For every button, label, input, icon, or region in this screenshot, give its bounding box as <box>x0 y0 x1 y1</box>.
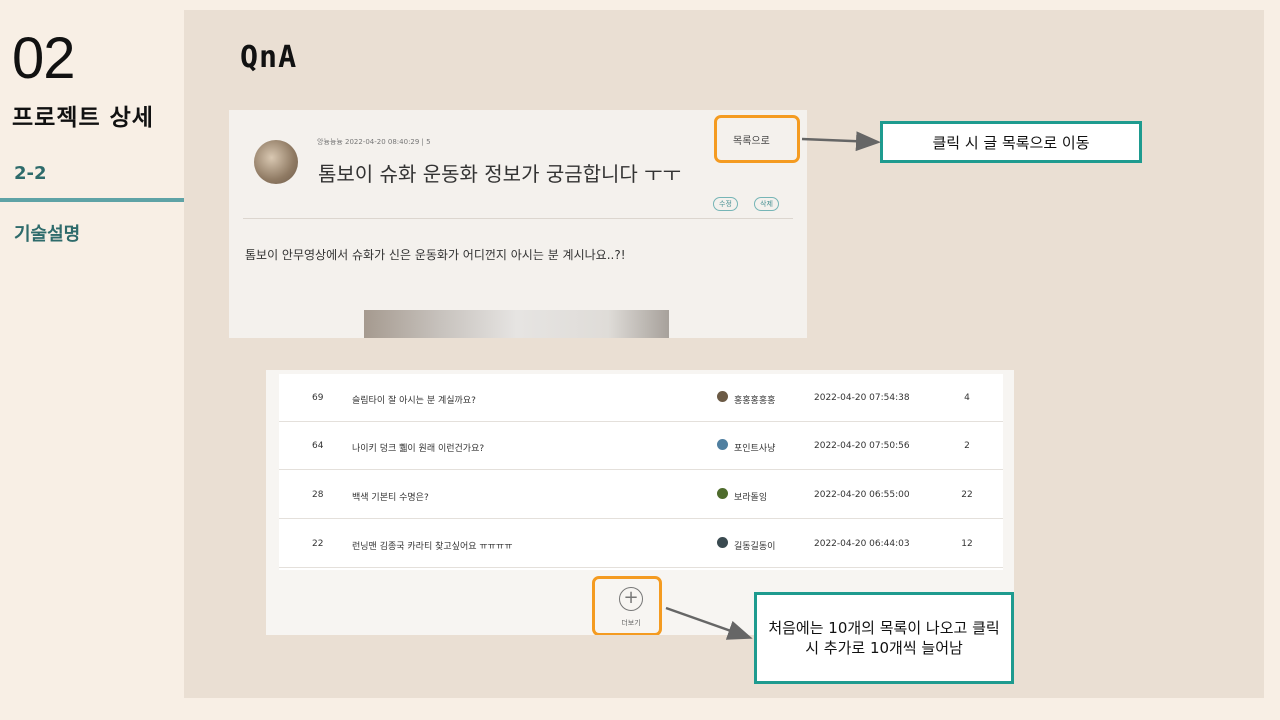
row-number: 64 <box>312 441 324 451</box>
row-title[interactable]: 슬림타이 잘 아시는 분 계실까요? <box>352 393 476 406</box>
author-avatar <box>254 140 298 184</box>
author-avatar <box>717 391 728 402</box>
row-date: 2022-04-20 06:55:00 <box>814 490 910 500</box>
post-detail-screenshot: 앙늉늉늉 2022-04-20 08:40:29 | 5 톰보이 슈화 운동화 … <box>229 110 807 338</box>
row-date: 2022-04-20 07:50:56 <box>814 441 910 451</box>
highlight-box <box>592 576 662 635</box>
row-author: 보라돌잉 <box>734 493 768 503</box>
callout-list-link: 클릭 시 글 목록으로 이동 <box>880 121 1142 163</box>
row-title[interactable]: 런닝맨 김종국 카라티 찾고싶어요 ㅠㅠㅠㅠ <box>352 539 513 552</box>
post-image <box>364 310 669 338</box>
subsection-number: 2-2 <box>14 163 47 184</box>
arrow-to-list-note <box>801 131 881 152</box>
row-views: 4 <box>964 393 970 403</box>
row-number: 22 <box>312 539 324 549</box>
divider <box>243 218 793 219</box>
table-row[interactable]: 28 백색 기본티 수명은? 보라돌잉 2022-04-20 06:55:00 … <box>279 471 1003 519</box>
row-date: 2022-04-20 07:54:38 <box>814 393 910 403</box>
row-title[interactable]: 백색 기본티 수명은? <box>352 490 429 503</box>
post-meta: 앙늉늉늉 2022-04-20 08:40:29 | 5 <box>317 138 431 146</box>
row-views: 22 <box>961 490 973 500</box>
subsection-divider <box>0 198 184 202</box>
post-title: 톰보이 슈화 운동화 정보가 궁금합니다 ㅜㅜ <box>318 162 681 186</box>
row-date: 2022-04-20 06:44:03 <box>814 539 910 549</box>
row-number: 28 <box>312 490 324 500</box>
content-panel: QnA 앙늉늉늉 2022-04-20 08:40:29 | 5 톰보이 슈화 … <box>184 10 1264 698</box>
author-avatar <box>717 537 728 548</box>
delete-button[interactable]: 삭제 <box>754 197 779 211</box>
callout-more-button: 처음에는 10개의 목록이 나오고 클릭 시 추가로 10개씩 늘어남 <box>754 592 1014 684</box>
author-avatar <box>717 439 728 450</box>
edit-button[interactable]: 수정 <box>713 197 738 211</box>
sidebar: 02 프로젝트 상세 2-2 기술설명 <box>0 0 184 720</box>
post-body: 톰보이 안무영상에서 슈화가 신은 운동화가 어디껀지 아시는 분 계시나요..… <box>245 248 626 262</box>
row-author: 홍홍홍홍홍 <box>734 396 776 406</box>
table-row[interactable]: 69 슬림타이 잘 아시는 분 계실까요? 홍홍홍홍홍 2022-04-20 0… <box>279 374 1003 422</box>
row-number: 69 <box>312 393 324 403</box>
subsection-title: 기술설명 <box>14 224 81 245</box>
post-list: 69 슬림타이 잘 아시는 분 계실까요? 홍홍홍홍홍 2022-04-20 0… <box>279 374 1003 570</box>
row-views: 12 <box>961 539 973 549</box>
row-author: 포인트사냥 <box>734 444 776 454</box>
row-title[interactable]: 나이키 덩크 쀏이 원래 이런건가요? <box>352 441 484 454</box>
author-avatar <box>717 488 728 499</box>
highlight-box <box>714 115 800 163</box>
table-row[interactable]: 64 나이키 덩크 쀏이 원래 이런건가요? 포인트사냥 2022-04-20 … <box>279 422 1003 470</box>
row-views: 2 <box>964 441 970 451</box>
table-row[interactable]: 22 런닝맨 김종국 카라티 찾고싶어요 ㅠㅠㅠㅠ 길동길동이 2022-04-… <box>279 520 1003 568</box>
page-title: QnA <box>240 40 298 75</box>
row-author: 길동길동이 <box>734 542 776 552</box>
section-number: 02 <box>12 26 76 91</box>
section-title: 프로젝트 상세 <box>12 105 154 131</box>
